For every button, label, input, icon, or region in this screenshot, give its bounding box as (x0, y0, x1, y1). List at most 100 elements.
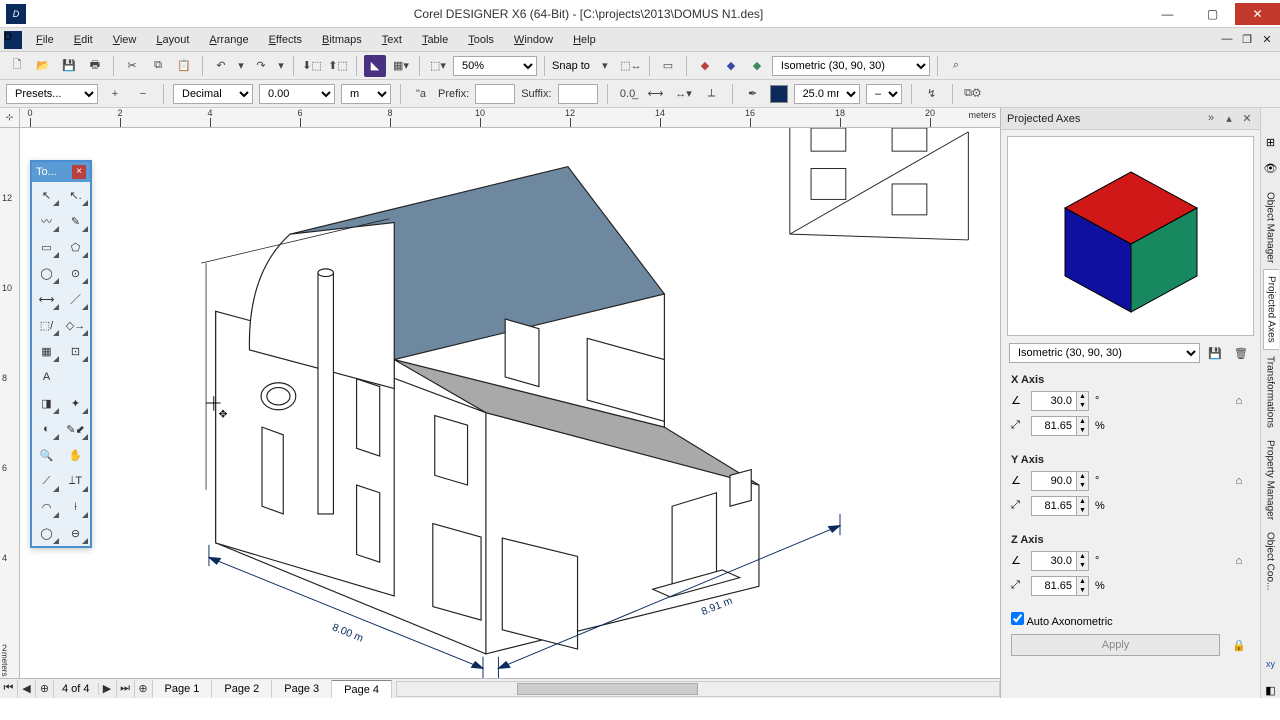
prev-page-button[interactable]: ◀ (18, 680, 36, 698)
ext-line-button[interactable]: ⟂ (701, 83, 723, 105)
open-button[interactable]: 📂 (32, 55, 54, 77)
ellipse-tool[interactable]: ◯ (32, 260, 61, 286)
mdi-restore-button[interactable]: ❐ (1240, 33, 1254, 46)
page-tab-3[interactable]: Page 3 (272, 680, 332, 698)
menu-table[interactable]: Table (412, 30, 458, 50)
close-button[interactable]: ✕ (1235, 3, 1280, 25)
new-button[interactable]: 🗋 (6, 55, 28, 77)
prefix-input[interactable] (475, 84, 515, 104)
first-page-button[interactable]: ⏮ (0, 680, 18, 698)
redo-dropdown[interactable]: ▾ (276, 55, 286, 77)
last-page-button[interactable]: ⏭ (117, 680, 135, 698)
apply-button[interactable]: Apply (1011, 634, 1220, 656)
cut-button[interactable]: ✂ (121, 55, 143, 77)
app-menu-icon[interactable]: D (4, 31, 22, 49)
y-scale-input[interactable]: ▲▼ (1031, 496, 1089, 516)
menu-window[interactable]: Window (504, 30, 563, 50)
dynamic-dim-button[interactable]: ↔▾ (673, 83, 695, 105)
copy-button[interactable]: ⧉ (147, 55, 169, 77)
object-properties-button[interactable]: ⧉⚙ (962, 83, 984, 105)
welcome-button[interactable]: ▦▾ (390, 55, 412, 77)
save-button[interactable]: 💾 (58, 55, 80, 77)
export-button[interactable]: ⬆⬚ (327, 55, 349, 77)
eyedropper-tool[interactable]: ✎⬋ (61, 416, 90, 442)
drawing-canvas[interactable]: To...× ↖ ↖. 〰 ✎ ▭ ⬠ ◯ ⊙ ⟷ ／ ⬚/ ◇→ ▦ ⊡ A … (20, 128, 1000, 678)
text-position-button[interactable]: ⟷ (645, 83, 667, 105)
save-projection-button[interactable]: 💾 (1204, 342, 1226, 364)
undo-button[interactable]: ↶ (210, 55, 232, 77)
plane-top-icon[interactable]: ◆ (694, 55, 716, 77)
redo-button[interactable]: ↷ (250, 55, 272, 77)
suffix-input[interactable] (558, 84, 598, 104)
menu-effects[interactable]: Effects (259, 30, 312, 50)
mdi-close-button[interactable]: ✕ (1260, 33, 1274, 46)
add-page-after-button[interactable]: ⊕ (135, 680, 153, 698)
parallel-dim-tool[interactable]: ⟋ (32, 468, 61, 494)
outline-pen-icon[interactable]: ✒ (742, 83, 764, 105)
docker-tab-object-manager[interactable]: Object Manager (1263, 186, 1278, 269)
x-lock-button[interactable]: ⌂ (1228, 390, 1250, 412)
menu-edit[interactable]: Edit (64, 30, 103, 50)
show-units-button[interactable]: "a (410, 83, 432, 105)
line-style-select[interactable]: — (866, 84, 902, 104)
x-angle-input[interactable]: ▲▼ (1031, 391, 1089, 411)
minimize-button[interactable]: — (1145, 3, 1190, 25)
menu-text[interactable]: Text (372, 30, 412, 50)
menu-tools[interactable]: Tools (458, 30, 504, 50)
y-angle-input[interactable]: ▲▼ (1031, 471, 1089, 491)
curve-tool[interactable]: ✎ (61, 208, 90, 234)
outline-color-swatch[interactable] (770, 85, 788, 103)
delete-projection-button[interactable]: 🗑 (1230, 342, 1252, 364)
next-page-button[interactable]: ▶ (99, 680, 117, 698)
callout-tool[interactable]: ⬚/ (32, 312, 61, 338)
radial-dim-tool[interactable]: ◠ (32, 494, 61, 520)
line-tool[interactable]: ／ (61, 286, 90, 312)
docker-eye-icon[interactable]: 👁 (1263, 160, 1279, 176)
z-lock-button[interactable]: ⌂ (1228, 550, 1250, 572)
page-tab-1[interactable]: Page 1 (153, 680, 213, 698)
add-page-before-button[interactable]: ⊕ (36, 680, 54, 698)
table-tool[interactable]: ▦ (32, 338, 61, 364)
toolbox-title[interactable]: To...× (32, 162, 90, 182)
zoom-select[interactable]: 50% (453, 56, 537, 76)
linear-dim-tool[interactable]: ⟷ (32, 286, 61, 312)
print-button[interactable]: 🖶 (84, 55, 106, 77)
z-angle-input[interactable]: ▲▼ (1031, 551, 1089, 571)
preset-add-button[interactable]: + (104, 83, 126, 105)
toolbox-palette[interactable]: To...× ↖ ↖. 〰 ✎ ▭ ⬠ ◯ ⊙ ⟷ ／ ⬚/ ◇→ ▦ ⊡ A … (30, 160, 92, 548)
undo-dropdown[interactable]: ▾ (236, 55, 246, 77)
show-zero-button[interactable]: 0.0̲ (617, 83, 639, 105)
dim-precision-select[interactable]: 0.00 (259, 84, 335, 104)
blend-tool[interactable]: ✦ (61, 390, 90, 416)
menu-file[interactable]: File (26, 30, 64, 50)
horizontal-ruler[interactable]: 02468101214161820meters (20, 108, 1000, 128)
delete-tool[interactable]: ⊖ (61, 520, 90, 546)
ruler-origin[interactable]: ⊹ (0, 108, 20, 128)
menu-help[interactable]: Help (563, 30, 606, 50)
page-tab-4[interactable]: Page 4 (332, 680, 392, 698)
toolbox-close-button[interactable]: × (72, 165, 86, 179)
plane-right-icon[interactable]: ◆ (746, 55, 768, 77)
menu-layout[interactable]: Layout (146, 30, 199, 50)
zoom-tool[interactable]: 🔍 (32, 442, 61, 468)
dim-unit-select[interactable]: m (341, 84, 391, 104)
z-scale-input[interactable]: ▲▼ (1031, 576, 1089, 596)
docker-tab-property-manager[interactable]: Property Manager (1263, 434, 1278, 526)
preset-remove-button[interactable]: − (132, 83, 154, 105)
dim-style-select[interactable]: Decimal (173, 84, 253, 104)
text-tool[interactable]: A (32, 364, 61, 390)
snap-options-button[interactable]: ⬚↔ (620, 55, 642, 77)
xy-icon[interactable]: xy (1263, 656, 1279, 672)
polygon-tool[interactable]: ⬠ (61, 234, 90, 260)
datum-tool[interactable]: ⟘T (61, 468, 90, 494)
app-launcher-button[interactable]: ◣ (364, 55, 386, 77)
shape-tool[interactable]: ↖. (61, 182, 90, 208)
y-lock-button[interactable]: ⌂ (1228, 470, 1250, 492)
docker-options-icon[interactable]: ⊞ (1263, 134, 1279, 150)
center-tool[interactable]: ⊙ (61, 260, 90, 286)
horizontal-scrollbar[interactable] (396, 681, 1000, 697)
docker-tab-projected-axes[interactable]: Projected Axes (1263, 269, 1279, 350)
docker-projection-select[interactable]: Isometric (30, 90, 30) (1009, 343, 1200, 363)
x-scale-input[interactable]: ▲▼ (1031, 416, 1089, 436)
docker-tab-object-coo-[interactable]: Object Coo... (1263, 526, 1278, 596)
